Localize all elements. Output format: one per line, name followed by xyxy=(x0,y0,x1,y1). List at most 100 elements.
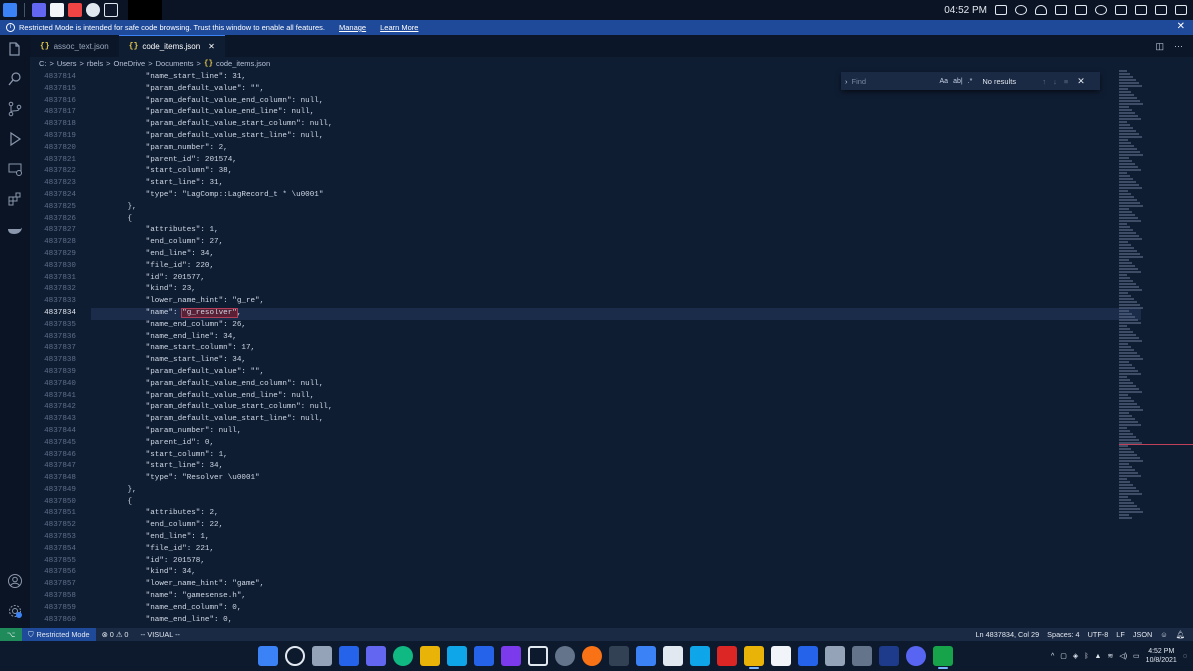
panel-icon[interactable] xyxy=(1115,5,1127,15)
app-icon[interactable] xyxy=(528,646,548,666)
code-line[interactable]: "start_column": 38, xyxy=(91,166,1141,178)
code-line[interactable]: "type": "LagComp::LagRecord_t * \u0001" xyxy=(91,190,1141,202)
breadcrumb-item[interactable]: OneDrive xyxy=(114,59,146,68)
code-line[interactable]: "param_number": 2, xyxy=(91,143,1141,155)
visual-studio-icon[interactable] xyxy=(501,646,521,666)
mail-icon[interactable] xyxy=(474,646,494,666)
code-line[interactable]: "param_default_value_start_line": null, xyxy=(91,414,1141,426)
code-line[interactable]: "param_default_value_end_column": null, xyxy=(91,96,1141,108)
language-mode[interactable]: JSON xyxy=(1133,630,1152,639)
breadcrumb-item[interactable]: C: xyxy=(39,59,47,68)
code-line[interactable]: "start_line": 34, xyxy=(91,461,1141,473)
code-line[interactable]: "param_default_value": "", xyxy=(91,367,1141,379)
code-line[interactable]: "name_start_column": 17, xyxy=(91,343,1141,355)
indentation[interactable]: Spaces: 4 xyxy=(1047,630,1079,639)
notification-icon[interactable]: ◌ xyxy=(1183,653,1187,660)
end-of-line[interactable]: LF xyxy=(1116,630,1125,639)
settings-gear-icon[interactable] xyxy=(7,603,23,619)
chevron-up-icon[interactable]: ^ xyxy=(1051,653,1054,660)
volume-icon[interactable]: ◁) xyxy=(1119,652,1127,660)
lock-icon[interactable] xyxy=(1075,5,1087,15)
account-icon[interactable] xyxy=(7,573,23,589)
task-view-icon[interactable] xyxy=(312,646,332,666)
terminal-icon[interactable] xyxy=(609,646,629,666)
code-line[interactable]: "param_default_value_end_line": null, xyxy=(91,391,1141,403)
code-line[interactable]: "lower_name_hint": "g_re", xyxy=(91,296,1141,308)
code-line[interactable]: }, xyxy=(91,202,1141,214)
tray-app-icon[interactable]: ▲ xyxy=(1095,653,1102,660)
match-case-toggle[interactable]: Aa xyxy=(940,78,949,85)
code-lines[interactable]: "name_start_line": 31, "param_default_va… xyxy=(91,72,1141,626)
learn-more-link[interactable]: Learn More xyxy=(380,23,418,32)
code-line[interactable]: "param_default_value_start_line": null, xyxy=(91,131,1141,143)
screen-icon[interactable] xyxy=(995,5,1007,15)
restricted-mode-status[interactable]: ⛉ Restricted Mode xyxy=(22,628,96,641)
search-icon[interactable] xyxy=(7,71,23,87)
discord-icon[interactable] xyxy=(906,646,926,666)
notes-icon[interactable] xyxy=(744,646,764,669)
code-line[interactable]: { xyxy=(91,497,1141,509)
widgets-icon[interactable] xyxy=(339,646,359,666)
folder-icon[interactable] xyxy=(1155,5,1167,15)
app-icon[interactable] xyxy=(879,646,899,666)
code-line[interactable]: { xyxy=(91,214,1141,226)
breadcrumb-item[interactable]: rbels xyxy=(87,59,103,68)
app-icon[interactable] xyxy=(717,646,737,666)
code-line[interactable]: "param_default_value_start_column": null… xyxy=(91,402,1141,414)
code-line[interactable]: "kind": 23, xyxy=(91,284,1141,296)
code-line[interactable]: "param_default_value_end_column": null, xyxy=(91,379,1141,391)
app-icon[interactable] xyxy=(825,646,845,666)
chat-icon[interactable] xyxy=(366,646,386,666)
folder-icon[interactable] xyxy=(50,3,64,17)
edge-icon[interactable] xyxy=(393,646,413,666)
code-line[interactable]: "start_column": 1, xyxy=(91,450,1141,462)
regex-toggle[interactable]: .* xyxy=(968,78,973,85)
close-icon[interactable]: ✕ xyxy=(1177,21,1185,32)
code-line[interactable]: "name_end_column": 0, xyxy=(91,603,1141,615)
trash-icon[interactable] xyxy=(1055,5,1067,15)
code-line[interactable]: "parent_id": 0, xyxy=(91,438,1141,450)
remote-indicator-icon[interactable]: ⌥ xyxy=(0,628,22,641)
encoding[interactable]: UTF-8 xyxy=(1088,630,1109,639)
code-line[interactable]: "param_number": null, xyxy=(91,426,1141,438)
vscode-icon[interactable] xyxy=(933,646,953,669)
calculator-icon[interactable] xyxy=(798,646,818,666)
app-launcher-icon[interactable] xyxy=(3,3,17,17)
bell-icon[interactable] xyxy=(1035,5,1047,15)
split-editor-icon[interactable]: ◫ xyxy=(1155,41,1164,52)
code-line[interactable]: "attributes": 1, xyxy=(91,225,1141,237)
breadcrumb-item[interactable]: Users xyxy=(57,59,77,68)
tab-code-items[interactable]: {} code_items.json ✕ xyxy=(118,35,225,57)
app-icon[interactable] xyxy=(690,646,710,666)
tray-app-icon[interactable]: ▢ xyxy=(1060,652,1067,660)
file-explorer-icon[interactable] xyxy=(420,646,440,666)
remote-explorer-icon[interactable] xyxy=(7,161,23,177)
code-line[interactable]: "name_end_line": 0, xyxy=(91,615,1141,627)
close-tab-icon[interactable]: ✕ xyxy=(208,42,215,51)
code-line[interactable]: "id": 201577, xyxy=(91,273,1141,285)
store-icon[interactable] xyxy=(447,646,467,666)
explorer-icon[interactable] xyxy=(7,41,23,57)
find-input[interactable]: Find xyxy=(852,77,940,86)
terminal-icon[interactable] xyxy=(104,3,118,17)
cursor-position[interactable]: Ln 4837834, Col 29 xyxy=(975,630,1039,639)
code-editor[interactable]: 4837814 4837815 4837816 4837817 4837818 48378… xyxy=(30,70,1193,628)
code-line[interactable]: "end_line": 34, xyxy=(91,249,1141,261)
code-line[interactable]: "file_id": 221, xyxy=(91,544,1141,556)
folder-icon[interactable] xyxy=(1135,5,1147,15)
code-line[interactable]: "id": 201578, xyxy=(91,556,1141,568)
taskbar-clock[interactable]: 4:52 PM 10/8/2021 xyxy=(1146,647,1177,665)
settings-icon[interactable] xyxy=(555,646,575,666)
chevron-right-icon[interactable]: › xyxy=(845,77,848,86)
feedback-icon[interactable]: ☺ xyxy=(1160,630,1167,639)
docker-icon[interactable] xyxy=(7,221,23,237)
bell-icon[interactable]: 🔔︎ xyxy=(1176,630,1185,639)
volume-icon[interactable] xyxy=(1015,5,1027,15)
battery-icon[interactable]: ▭ xyxy=(1133,652,1140,660)
tab-assoc-text[interactable]: {} assoc_text.json xyxy=(30,35,119,57)
start-button-icon[interactable] xyxy=(258,646,278,666)
manage-link[interactable]: Manage xyxy=(339,23,366,32)
firefox-icon[interactable] xyxy=(582,646,602,666)
problems-indicator[interactable]: ⊗ 0 ⚠ 0 xyxy=(96,630,135,639)
code-line[interactable]: "lower_name_hint": "game", xyxy=(91,579,1141,591)
